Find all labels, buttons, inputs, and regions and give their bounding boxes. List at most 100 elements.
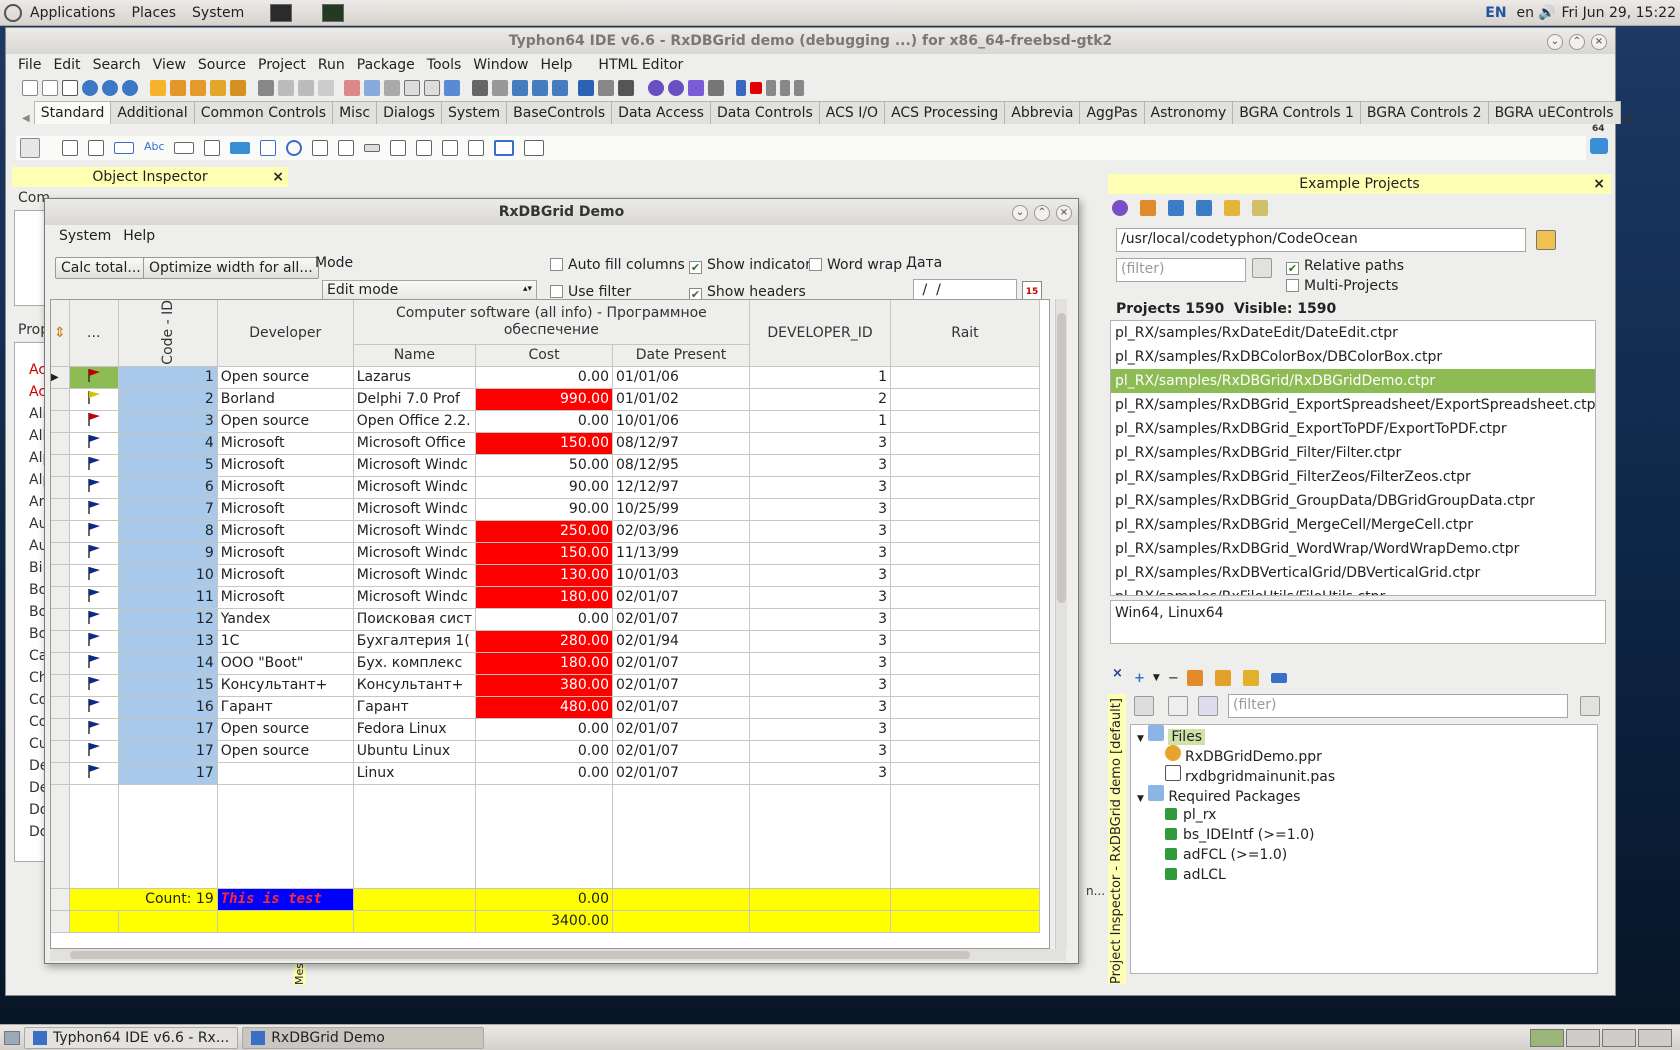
cell-rait[interactable] bbox=[890, 410, 1040, 433]
table-row[interactable]: 4 Microsoft Microsoft Office 150.00 08/12/97… bbox=[51, 432, 1040, 455]
cell-developer-id[interactable]: 3 bbox=[749, 586, 891, 609]
cell-developer[interactable]: Yandex bbox=[217, 608, 354, 631]
cell-name[interactable]: Ubuntu Linux bbox=[353, 740, 477, 763]
menu-dialog-help[interactable]: Help bbox=[117, 228, 161, 244]
cell-code-id[interactable]: 14 bbox=[118, 652, 218, 675]
tree-files-label[interactable]: Files bbox=[1168, 729, 1206, 745]
cell-date[interactable]: 02/01/07 bbox=[612, 696, 750, 719]
cell-developer[interactable]: Microsoft bbox=[217, 564, 354, 587]
cell-developer-id[interactable]: 2 bbox=[749, 388, 891, 411]
cell-code-id[interactable]: 17 bbox=[118, 762, 218, 785]
cell-code-id[interactable]: 9 bbox=[118, 542, 218, 565]
cell-name[interactable]: Open Office 2.2. bbox=[353, 410, 477, 433]
cell-developer-id[interactable]: 3 bbox=[749, 520, 891, 543]
cell-rait[interactable] bbox=[890, 366, 1040, 389]
cell-developer[interactable]: Open source bbox=[217, 366, 354, 389]
grid-icon[interactable] bbox=[472, 80, 488, 96]
cell-developer[interactable]: Borland bbox=[217, 388, 354, 411]
project-list-item[interactable]: pl_RX/samples/RxDBGrid_WordWrap/WordWrap… bbox=[1111, 537, 1595, 561]
cell-rait[interactable] bbox=[890, 608, 1040, 631]
gnome-foot-icon[interactable] bbox=[4, 3, 22, 22]
calendar-icon[interactable]: 15 bbox=[1022, 281, 1042, 301]
row-indicator[interactable] bbox=[51, 652, 70, 675]
cell-name[interactable]: Lazarus bbox=[353, 366, 477, 389]
cell-date[interactable]: 08/12/95 bbox=[612, 454, 750, 477]
cell-name[interactable]: Microsoft Windc bbox=[353, 542, 477, 565]
expand-files-icon[interactable]: ▼ bbox=[1137, 734, 1144, 744]
cell-developer-id[interactable]: 3 bbox=[749, 608, 891, 631]
save-all-icon[interactable] bbox=[298, 80, 314, 96]
header-cost[interactable]: Cost bbox=[475, 344, 613, 367]
menu-run[interactable]: Run bbox=[312, 57, 351, 73]
cell-name[interactable]: Microsoft Windc bbox=[353, 498, 477, 521]
cell-rait[interactable] bbox=[890, 520, 1040, 543]
project-options-icon[interactable] bbox=[344, 80, 360, 96]
scrollbar-component-icon[interactable] bbox=[364, 144, 380, 152]
cell-date[interactable]: 10/25/99 bbox=[612, 498, 750, 521]
cell-developer-id[interactable]: 3 bbox=[749, 762, 891, 785]
flag-cell[interactable] bbox=[69, 542, 119, 565]
flag-cell[interactable] bbox=[69, 564, 119, 587]
cell-rait[interactable] bbox=[890, 564, 1040, 587]
row-indicator[interactable] bbox=[51, 740, 70, 763]
cell-developer-id[interactable]: 1 bbox=[749, 366, 891, 389]
grid-horizontal-scrollbar[interactable] bbox=[50, 949, 1066, 961]
menu-file[interactable]: File bbox=[12, 57, 47, 73]
show-desktop-icon[interactable] bbox=[4, 1030, 20, 1045]
header-date-present[interactable]: Date Present bbox=[612, 344, 750, 367]
arrow-icon[interactable] bbox=[578, 80, 594, 96]
cell-code-id[interactable]: 17 bbox=[118, 740, 218, 763]
word-wrap-checkbox[interactable] bbox=[809, 258, 822, 271]
tab-bgra-controls-2[interactable]: BGRA Controls 2 bbox=[1359, 101, 1489, 124]
save-icon[interactable] bbox=[278, 80, 294, 96]
project-list-item[interactable]: pl_RX/samples/RxDBGrid_FilterZeos/Filter… bbox=[1111, 465, 1595, 489]
cell-developer-id[interactable]: 1 bbox=[749, 410, 891, 433]
debug-gear-icon[interactable] bbox=[648, 80, 664, 96]
row-indicator[interactable] bbox=[51, 674, 70, 697]
project-list-item[interactable]: pl_RX/samples/RxDBGrid_ExportSpreadsheet… bbox=[1111, 393, 1595, 417]
cell-date[interactable]: 02/03/96 bbox=[612, 520, 750, 543]
tools-icon[interactable] bbox=[492, 80, 508, 96]
cell-date[interactable]: 08/12/97 bbox=[612, 432, 750, 455]
table-row[interactable]: 17 Open source Fedora Linux 0.00 02/01/07 3 bbox=[51, 718, 1040, 741]
row-indicator[interactable]: ▶ bbox=[51, 366, 70, 389]
cell-code-id[interactable]: 11 bbox=[118, 586, 218, 609]
cell-code-id[interactable]: 4 bbox=[118, 432, 218, 455]
cell-rait[interactable] bbox=[890, 586, 1040, 609]
popupmenu-component-icon[interactable] bbox=[88, 140, 104, 156]
add-icon[interactable]: + bbox=[1134, 671, 1145, 686]
menu-applications[interactable]: Applications bbox=[22, 5, 124, 21]
project-list-item[interactable]: pl_RX/samples/RxDBGrid_Filter/Filter.ctp… bbox=[1111, 441, 1595, 465]
scissors-icon[interactable] bbox=[598, 80, 614, 96]
panel-component-icon[interactable] bbox=[468, 140, 484, 156]
cell-developer[interactable]: Microsoft bbox=[217, 476, 354, 499]
install-icon[interactable] bbox=[1214, 670, 1231, 686]
cell-developer[interactable]: Гарант bbox=[217, 696, 354, 719]
new-form-icon[interactable] bbox=[42, 80, 58, 96]
project-list-item[interactable]: pl_RX/samples/RxDBGrid/RxDBGridDemo.ctpr bbox=[1111, 369, 1595, 393]
multi-projects-checkbox[interactable] bbox=[1286, 279, 1299, 292]
tab-misc[interactable]: Misc bbox=[332, 101, 378, 124]
cell-developer-id[interactable]: 3 bbox=[749, 652, 891, 675]
example-projects-close-icon[interactable]: × bbox=[1593, 174, 1605, 194]
menu-window[interactable]: Window bbox=[467, 57, 534, 73]
messages-tab-fragment[interactable]: Mes bbox=[293, 963, 306, 985]
radiobutton-component-icon[interactable] bbox=[286, 140, 302, 156]
flag-cell[interactable] bbox=[69, 410, 119, 433]
window-list-icon[interactable] bbox=[404, 80, 420, 96]
cell-rait[interactable] bbox=[890, 740, 1040, 763]
row-indicator[interactable] bbox=[51, 476, 70, 499]
cell-developer[interactable]: Microsoft bbox=[217, 432, 354, 455]
system-monitor-icon[interactable] bbox=[322, 3, 345, 22]
tab-astronomy[interactable]: Astronomy bbox=[1143, 101, 1234, 124]
cell-rait[interactable] bbox=[890, 674, 1040, 697]
cell-developer-id[interactable]: 3 bbox=[749, 454, 891, 477]
calc-total-button[interactable]: Calc total... bbox=[55, 257, 147, 279]
cell-code-id[interactable]: 6 bbox=[118, 476, 218, 499]
open-project-icon[interactable] bbox=[1140, 200, 1156, 216]
cell-rait[interactable] bbox=[890, 388, 1040, 411]
cell-date[interactable]: 02/01/07 bbox=[612, 586, 750, 609]
compile-package-icon[interactable] bbox=[1186, 670, 1203, 686]
gears-icon[interactable] bbox=[512, 80, 528, 96]
tree-file[interactable]: RxDBGridDemo.ppr bbox=[1185, 749, 1322, 765]
